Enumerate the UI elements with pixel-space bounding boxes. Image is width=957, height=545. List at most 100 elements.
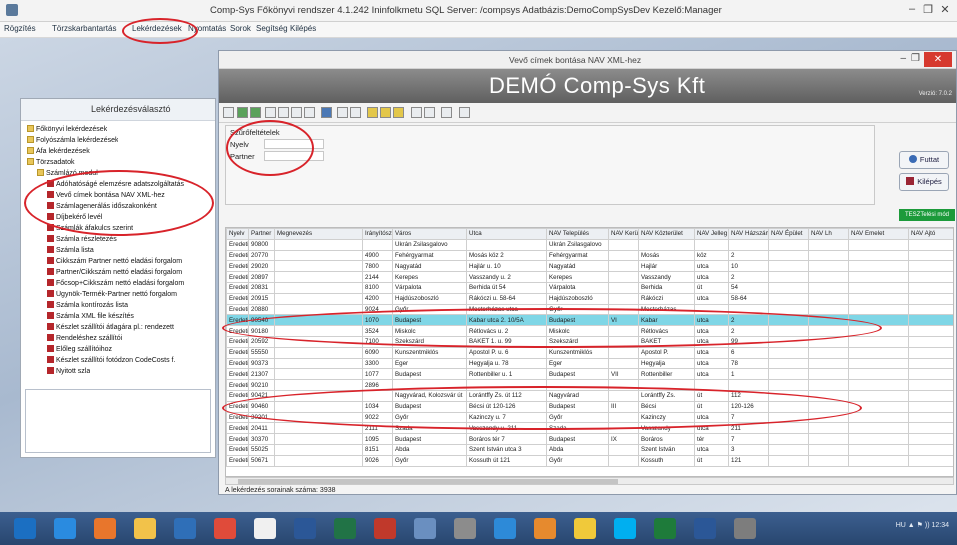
tree-item[interactable]: Számla kontírozás lista bbox=[47, 301, 128, 311]
table-row[interactable]: Eredeti 29020 7800 Nagyatád Hajlár u. 10 Nagy… bbox=[226, 260, 953, 273]
table-row[interactable]: Eredeti 20915 4200 Hajdúszoboszló Rákóczi u.… bbox=[226, 292, 953, 305]
tree-item[interactable]: Cikkszám Partner nettó eladási forgalom bbox=[47, 257, 182, 267]
close-button[interactable]: ✕ bbox=[937, 3, 953, 17]
outlook-icon[interactable] bbox=[174, 518, 196, 539]
table-row[interactable]: Eredeti 90373 3300 Eger Hegyalja u. 78 Eger He… bbox=[226, 357, 953, 370]
group-icon[interactable] bbox=[393, 107, 404, 118]
table-row[interactable]: Eredeti 90421 Nagyvárad, Kolozsvár út Lorán… bbox=[226, 389, 953, 402]
tree-item[interactable]: Készlet szállítói átlagára pl.: rendezet… bbox=[47, 323, 174, 333]
menu-item-rogzites[interactable]: Rögzítés bbox=[4, 24, 36, 33]
horizontal-scrollbar[interactable] bbox=[225, 477, 954, 485]
mail-icon[interactable] bbox=[494, 518, 516, 539]
filter-field-nyelv[interactable] bbox=[264, 139, 324, 149]
tree-item[interactable]: Áfa lekérdezések bbox=[27, 147, 90, 157]
tree-item[interactable]: Vevő címek bontása NAV XML-hez bbox=[47, 191, 165, 201]
result-grid[interactable]: NyelvPartnerMegnevezésIrányítószámVárosU… bbox=[225, 227, 954, 477]
find-icon[interactable] bbox=[321, 107, 332, 118]
sharepoint-icon[interactable] bbox=[654, 518, 676, 539]
paint-icon[interactable] bbox=[254, 518, 276, 539]
tree-item[interactable]: Előleg szállítóihoz bbox=[47, 345, 112, 355]
column-header[interactable]: NAV Házszám bbox=[728, 228, 769, 240]
system-tray[interactable]: HU ▲ ⚑ )) 12:34 bbox=[896, 521, 949, 529]
tree-item[interactable]: Adóhatóságé elemzésre adatszolgáltatás bbox=[47, 180, 184, 190]
word-icon[interactable] bbox=[294, 518, 316, 539]
table-row[interactable]: Eredeti 30370 1095 Budapest Boráros tér 7 Bud… bbox=[226, 433, 953, 445]
ie-icon[interactable] bbox=[54, 518, 76, 539]
tree-item[interactable]: Számlagenerálás időszakonként bbox=[47, 202, 157, 212]
columns-icon[interactable] bbox=[411, 107, 422, 118]
sort-desc-icon[interactable] bbox=[380, 107, 391, 118]
tree-item[interactable]: Rendeléshez szállítói bbox=[47, 334, 122, 344]
table-row[interactable]: Eredeti 20592 7100 Szekszárd BAKET 1. u. 99 S… bbox=[226, 335, 953, 348]
first-record-icon[interactable] bbox=[265, 107, 276, 118]
chrome-icon[interactable] bbox=[214, 518, 236, 539]
column-header[interactable]: NAV Emelet bbox=[848, 228, 909, 240]
tree-item[interactable]: Számla XML file készítés bbox=[47, 312, 134, 322]
menu-item-lekerdezesek[interactable]: Lekérdezések bbox=[132, 24, 182, 33]
table-row[interactable]: Eredeti 50671 9026 Győr Kossuth út 121 Győr Ko… bbox=[226, 454, 953, 467]
report-maximize-button[interactable]: ❐ bbox=[911, 53, 920, 64]
column-header[interactable]: NAV Település bbox=[546, 228, 609, 240]
compsys-icon[interactable] bbox=[414, 518, 436, 539]
table-row[interactable]: Eredeti 20880 9024 Győr Mesterházas utca Győr… bbox=[226, 303, 953, 316]
table-row[interactable]: Eredeti 90180 3524 Miskolc Rétlovács u. 2 Mis… bbox=[226, 325, 953, 337]
acrobat-icon[interactable] bbox=[374, 518, 396, 539]
tree-item[interactable]: Számla részletezés bbox=[47, 235, 117, 245]
column-header[interactable]: NAV Lh bbox=[808, 228, 849, 240]
report-close-button[interactable]: ✕ bbox=[924, 52, 952, 67]
column-header[interactable]: Város bbox=[392, 228, 467, 240]
table-row[interactable]: Eredeti 20897 2144 Kerepes Vasszandy u. 2 Ker… bbox=[226, 271, 953, 283]
calculator-icon[interactable] bbox=[454, 518, 476, 539]
tree-item[interactable]: Számlázó modul bbox=[37, 169, 98, 179]
firefox-icon[interactable] bbox=[94, 518, 116, 539]
table-row[interactable]: Eredeti 90800 Ukrán Zsilasgalovo Ukrán Zsil… bbox=[226, 238, 953, 251]
menu-item-sorok[interactable]: Sorok bbox=[230, 24, 251, 33]
table-row[interactable]: Eredeti 90460 1034 Budapest Bécsi út 120-126… bbox=[226, 400, 953, 413]
maximize-button[interactable]: ❐ bbox=[920, 3, 936, 17]
table-row[interactable]: Eredeti 30201 9022 Győr Kazinczy u. 7 Győr Kaz… bbox=[226, 411, 953, 424]
column-header[interactable]: Nyelv bbox=[226, 228, 249, 240]
print-icon[interactable] bbox=[223, 107, 234, 118]
tree-item[interactable]: Nyitott szla bbox=[47, 367, 90, 377]
menu-item-segitseg[interactable]: Segítség bbox=[256, 24, 288, 33]
menu-item-kilepes[interactable]: Kilépés bbox=[290, 24, 316, 33]
menu-item-torzskarbantartas[interactable]: Törzskarbantartás bbox=[52, 24, 116, 33]
photos-icon[interactable] bbox=[534, 518, 556, 539]
settings-icon[interactable] bbox=[734, 518, 756, 539]
filter-icon[interactable] bbox=[337, 107, 348, 118]
report-minimize-button[interactable]: – bbox=[900, 53, 906, 64]
skype-icon[interactable] bbox=[614, 518, 636, 539]
table-row[interactable]: Eredeti 21307 1077 Budapest Rottenbiller u. … bbox=[226, 368, 953, 381]
tree-item[interactable]: Díjbekérő levél bbox=[47, 213, 102, 223]
table-row[interactable]: Eredeti 90210 2896 bbox=[226, 379, 953, 391]
minimize-button[interactable]: – bbox=[904, 3, 920, 17]
sort-asc-icon[interactable] bbox=[367, 107, 378, 118]
scrollbar-thumb[interactable] bbox=[238, 479, 618, 484]
export-icon[interactable] bbox=[250, 107, 261, 118]
column-header[interactable]: NAV Közterület bbox=[638, 228, 695, 240]
export-excel-icon[interactable] bbox=[237, 107, 248, 118]
chart-icon[interactable] bbox=[459, 107, 470, 118]
filter-field-partner[interactable] bbox=[264, 151, 324, 161]
table-row[interactable]: Eredeti 20411 2111 Szada Vasszandy u. 211 Sza… bbox=[226, 422, 953, 435]
tree-item[interactable]: Főkönyvi lekérdezések bbox=[27, 125, 107, 135]
table-row[interactable]: Eredeti 20770 4900 Fehérgyarmat Mosás köz 2F… bbox=[226, 249, 953, 262]
table-row[interactable]: Eredeti 20831 8100 Várpalota Berhida út 54 Vá… bbox=[226, 281, 953, 294]
exit-button[interactable]: Kilépés bbox=[899, 173, 949, 191]
last-record-icon[interactable] bbox=[304, 107, 315, 118]
menu-item-nyomtatas[interactable]: Nyomtatás bbox=[188, 24, 226, 33]
prev-record-icon[interactable] bbox=[278, 107, 289, 118]
table-row[interactable]: Eredeti 90540 1070 Budapest Kabar utca 2. 10… bbox=[226, 314, 953, 327]
column-header[interactable]: Utca bbox=[466, 228, 547, 240]
excel-icon[interactable] bbox=[334, 518, 356, 539]
info-icon[interactable] bbox=[441, 107, 452, 118]
notes-icon[interactable] bbox=[574, 518, 596, 539]
column-header[interactable]: Megnevezés bbox=[274, 228, 363, 240]
rows-icon[interactable] bbox=[424, 107, 435, 118]
tree-item[interactable]: Számla lista bbox=[47, 246, 94, 256]
column-header[interactable]: NAV Ajtó bbox=[908, 228, 953, 240]
table-row[interactable]: Eredeti 55550 6090 Kunszentmiklós Apostol P.… bbox=[226, 346, 953, 359]
tree-item[interactable]: Folyószámla lekérdezések bbox=[27, 136, 118, 146]
clear-filter-icon[interactable] bbox=[350, 107, 361, 118]
tree-item[interactable]: Partner/Cikkszám nettó eladási forgalom bbox=[47, 268, 182, 278]
